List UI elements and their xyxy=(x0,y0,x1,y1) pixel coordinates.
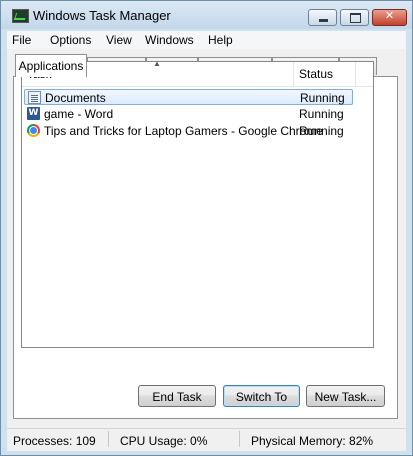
document-icon xyxy=(28,91,41,104)
menu-view[interactable]: View xyxy=(106,33,132,47)
task-name: Documents xyxy=(45,91,106,105)
task-list[interactable]: ▲ Task Status Documents Running W game -… xyxy=(21,59,374,348)
task-manager-window: Windows Task Manager ✕ File Options View… xyxy=(0,0,413,456)
switch-to-button[interactable]: Switch To xyxy=(223,385,300,407)
end-task-button[interactable]: End Task xyxy=(138,385,216,407)
window-title: Windows Task Manager xyxy=(33,8,171,23)
task-name: game - Word xyxy=(44,107,114,121)
maximize-icon xyxy=(350,13,361,23)
switch-to-label: Switch To xyxy=(235,390,288,404)
sort-ascending-icon: ▲ xyxy=(153,59,161,68)
task-row-documents[interactable]: Documents Running xyxy=(24,89,353,105)
status-separator xyxy=(108,431,109,447)
task-status: Running xyxy=(300,91,345,105)
column-header-status[interactable]: Status xyxy=(294,62,356,86)
menu-help[interactable]: Help xyxy=(208,33,233,47)
status-cpu-usage: CPU Usage: 0% xyxy=(120,434,208,448)
close-button[interactable]: ✕ xyxy=(372,9,407,26)
status-separator xyxy=(239,431,240,447)
minimize-button[interactable] xyxy=(308,9,337,26)
task-name: Tips and Tricks for Laptop Gamers - Goog… xyxy=(44,124,323,138)
maximize-button[interactable] xyxy=(340,9,369,26)
task-status: Running xyxy=(299,107,344,121)
end-task-label: End Task xyxy=(152,390,202,404)
new-task-label: New Task... xyxy=(314,390,377,404)
status-bar: Processes: 109 CPU Usage: 0% Physical Me… xyxy=(7,428,406,451)
status-processes: Processes: 109 xyxy=(13,434,96,448)
close-icon: ✕ xyxy=(384,10,395,22)
title-bar[interactable]: Windows Task Manager ✕ xyxy=(1,1,412,29)
menu-options[interactable]: Options xyxy=(50,33,91,47)
minimize-icon xyxy=(319,19,328,22)
column-status-label: Status xyxy=(299,67,334,81)
menu-file[interactable]: File xyxy=(12,33,31,47)
menu-bar: File Options View Windows Help xyxy=(7,31,406,49)
tab-applications[interactable]: Applications xyxy=(15,54,87,77)
new-task-button[interactable]: New Task... xyxy=(306,385,385,407)
task-row-word[interactable]: W game - Word Running xyxy=(24,106,353,122)
task-row-chrome[interactable]: Tips and Tricks for Laptop Gamers - Goog… xyxy=(24,123,353,139)
task-status: Running xyxy=(299,124,344,138)
word-icon: W xyxy=(27,107,40,120)
menu-windows[interactable]: Windows xyxy=(145,33,194,47)
task-manager-app-icon xyxy=(12,9,29,23)
chrome-icon xyxy=(27,124,40,137)
status-physical-memory: Physical Memory: 82% xyxy=(251,434,374,448)
